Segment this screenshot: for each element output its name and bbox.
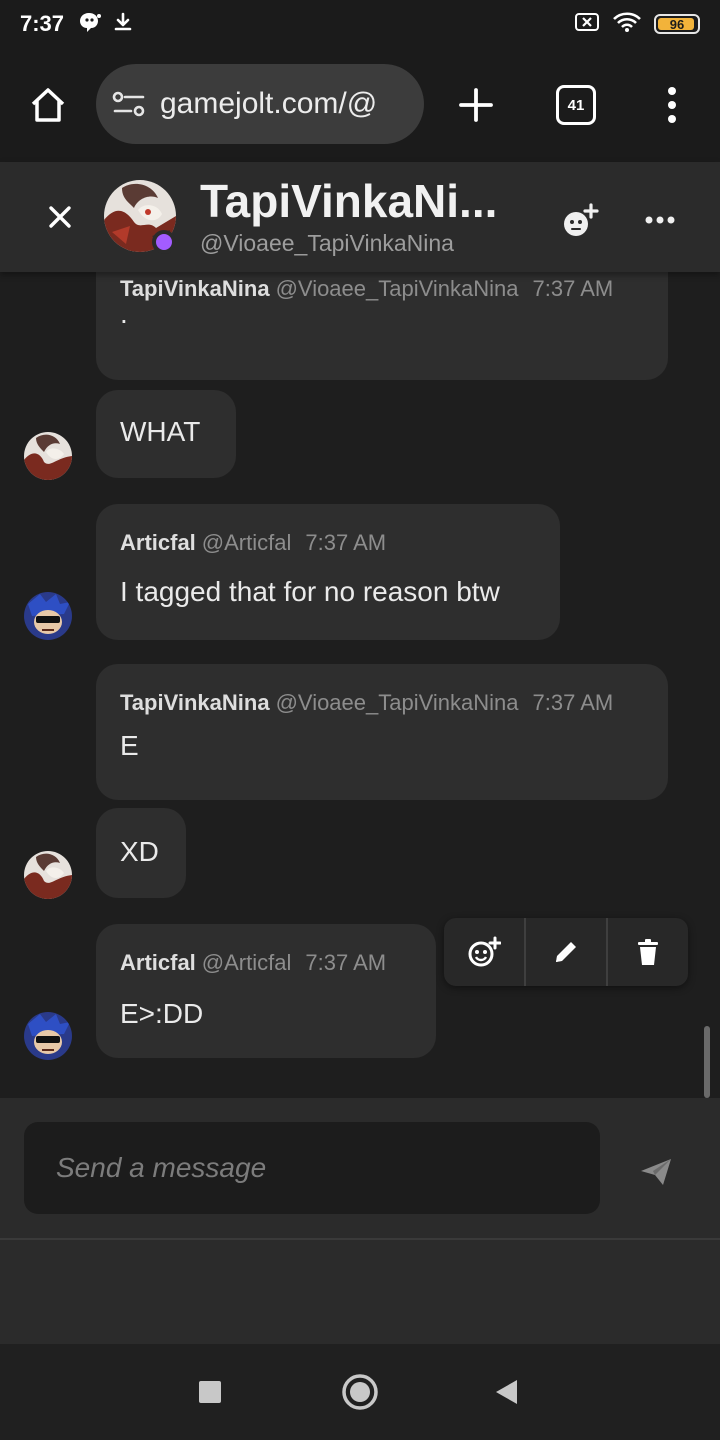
battery-indicator: 96 — [654, 14, 700, 34]
site-settings-icon[interactable] — [112, 90, 146, 118]
home-nav-icon — [342, 1374, 378, 1410]
tab-switcher-button[interactable]: 41 — [556, 85, 596, 125]
avatar[interactable] — [24, 592, 72, 640]
download-icon — [112, 11, 134, 38]
browser-home-button[interactable] — [24, 81, 72, 129]
message-composer — [0, 1098, 720, 1240]
message-meta: Articfal @Articfal 7:37 AM — [120, 530, 386, 556]
message-handle: @Vioaee_TapiVinkaNina — [275, 690, 519, 715]
message-bubble[interactable]: TapiVinkaNina @Vioaee_TapiVinkaNina 7:37 A… — [96, 664, 668, 800]
home-nav-button[interactable] — [338, 1370, 382, 1414]
plus-icon — [459, 88, 493, 122]
new-tab-button[interactable] — [452, 81, 500, 129]
recents-icon — [199, 1381, 221, 1403]
back-button[interactable] — [488, 1374, 524, 1410]
url-text[interactable]: gamejolt.com/@ — [160, 87, 377, 121]
message-text: . — [120, 298, 128, 329]
wifi-icon — [612, 11, 642, 38]
message-meta: TapiVinkaNina @Vioaee_TapiVinkaNina 7:37 A… — [120, 276, 613, 302]
message-meta: Articfal @Articfal 7:37 AM — [120, 950, 386, 976]
message-bubble[interactable]: Articfal @Articfal 7:37 AM E>:DD — [96, 924, 436, 1058]
status-bar: 7:37 96 — [0, 0, 720, 48]
blank-area — [0, 1240, 720, 1344]
send-button[interactable] — [632, 1148, 680, 1196]
add-reaction-button[interactable] — [444, 918, 526, 986]
message-text: E — [120, 730, 139, 761]
avatar[interactable] — [24, 432, 72, 480]
message-input[interactable] — [24, 1122, 600, 1214]
message-time: 7:37 AM — [532, 276, 614, 301]
message-bubble[interactable]: Articfal @Articfal 7:37 AM I tagged that f… — [96, 504, 560, 640]
message-author[interactable]: TapiVinkaNina — [120, 276, 270, 301]
message-bubble[interactable]: WHAT — [96, 390, 236, 478]
message-meta: TapiVinkaNina @Vioaee_TapiVinkaNina 7:37 A… — [120, 690, 613, 716]
edit-icon — [556, 942, 576, 962]
close-icon — [49, 206, 71, 228]
tab-count: 41 — [567, 96, 585, 114]
browser-menu-button[interactable] — [652, 81, 692, 129]
message-time: 7:37 AM — [532, 690, 614, 715]
message-handle: @Vioaee_TapiVinkaNina — [275, 276, 519, 301]
delete-icon — [638, 939, 658, 965]
message-text: E>:DD — [120, 998, 204, 1029]
kebab-menu-icon — [668, 87, 676, 123]
avatar[interactable] — [24, 851, 72, 899]
recents-button[interactable] — [192, 1374, 228, 1410]
close-chat-button[interactable] — [40, 197, 80, 237]
message-text: XD — [120, 836, 159, 867]
address-bar[interactable]: gamejolt.com/@ — [96, 64, 424, 144]
home-icon — [31, 88, 65, 122]
message-time: 7:37 AM — [305, 950, 387, 975]
message-bubble[interactable]: XD — [96, 808, 186, 898]
message-text: WHAT — [120, 416, 201, 447]
add-friend-button[interactable] — [558, 198, 602, 242]
status-time: 7:37 — [20, 11, 65, 36]
more-icon — [645, 216, 675, 224]
browser-toolbar: gamejolt.com/@ 41 — [0, 48, 720, 162]
message-time: 7:37 AM — [305, 530, 387, 555]
chat-more-button[interactable] — [638, 198, 682, 242]
send-icon — [641, 1159, 671, 1185]
message-actions-toolbar — [444, 918, 688, 986]
chat-header: TapiVinkaNi... @Vioaee_TapiVinkaNina — [0, 162, 720, 272]
delete-message-button[interactable] — [608, 918, 688, 986]
battery-level: 96 — [669, 16, 685, 32]
message-author[interactable]: TapiVinkaNina — [120, 690, 270, 715]
android-nav-bar — [0, 1344, 720, 1440]
edit-message-button[interactable] — [526, 918, 608, 986]
chat-notification-icon — [78, 11, 102, 38]
message-handle: @Articfal — [201, 950, 292, 975]
message-text: I tagged that for no reason btw — [120, 576, 500, 607]
online-status-dot — [152, 230, 176, 254]
scrollbar[interactable] — [704, 1026, 710, 1098]
no-sim-icon — [574, 12, 600, 37]
message-bubble[interactable]: TapiVinkaNina @Vioaee_TapiVinkaNina 7:37 A… — [96, 272, 668, 380]
chat-user-name[interactable]: TapiVinkaNi... — [200, 174, 530, 228]
message-author[interactable]: Articfal — [120, 950, 196, 975]
message-handle: @Articfal — [201, 530, 292, 555]
add-friend-icon — [564, 203, 599, 236]
add-reaction-icon — [468, 936, 501, 967]
back-icon — [496, 1380, 517, 1404]
chat-user-handle: @Vioaee_TapiVinkaNina — [200, 230, 454, 256]
message-author[interactable]: Articfal — [120, 530, 196, 555]
message-list[interactable]: TapiVinkaNina @Vioaee_TapiVinkaNina 7:37 A… — [0, 272, 720, 1098]
avatar[interactable] — [24, 1012, 72, 1060]
